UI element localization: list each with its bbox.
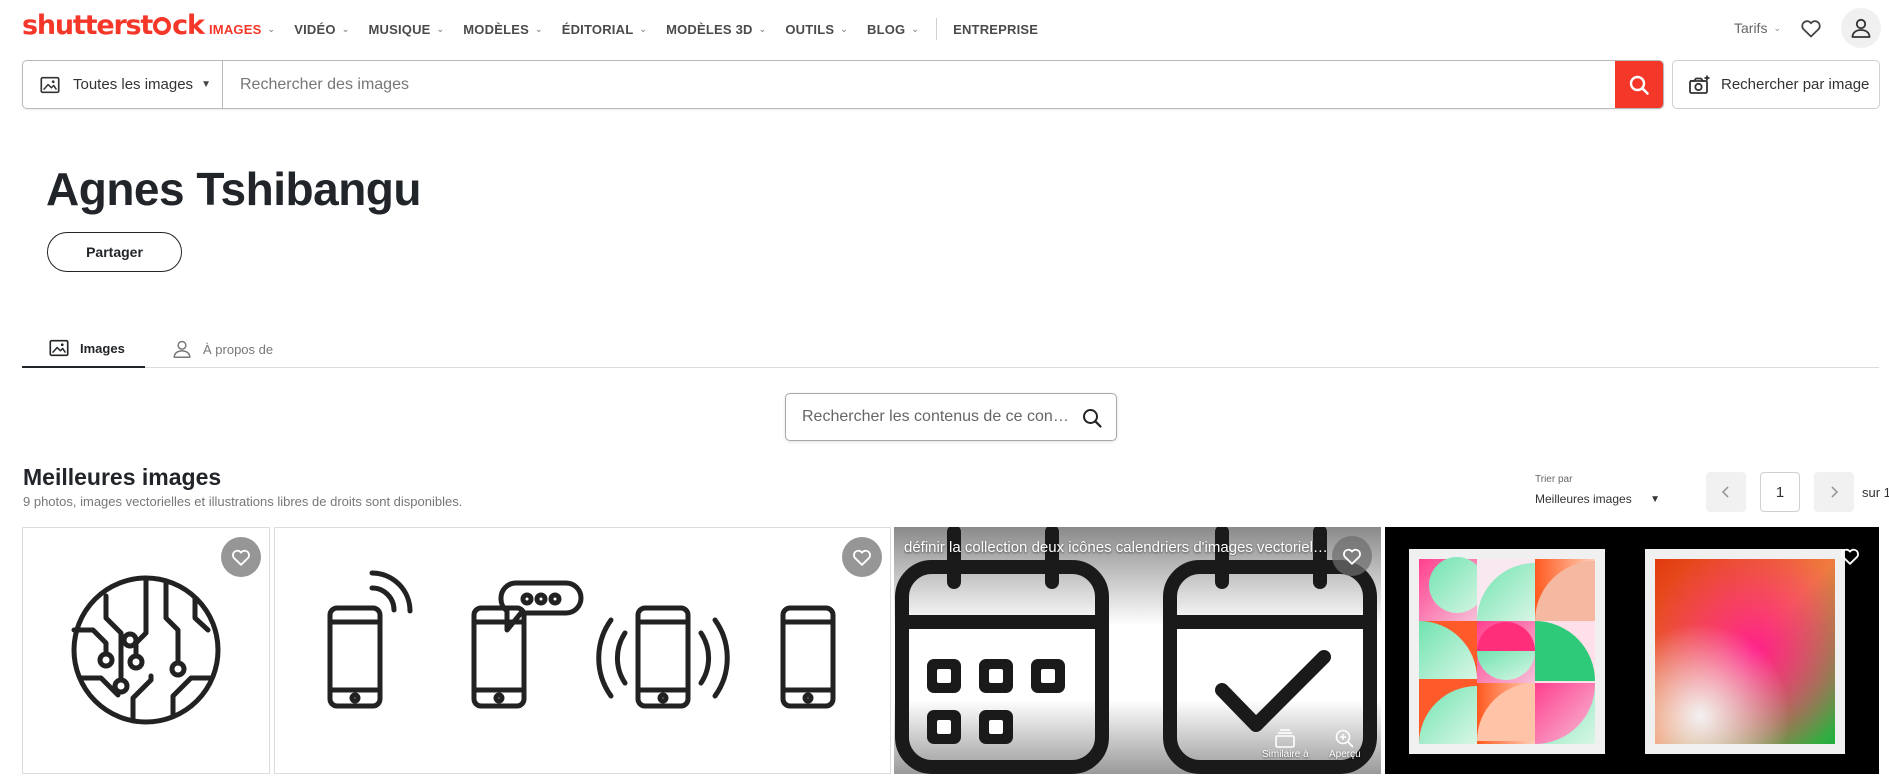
chevron-down-icon: ⌄ xyxy=(1773,22,1781,33)
nav-item-editorial[interactable]: ÉDITORIAL ⌄ xyxy=(562,22,647,37)
main-menu: IMAGES ⌄ VIDÉO ⌄ MUSIQUE ⌄ MODÈLES ⌄ ÉDITORI… xyxy=(209,18,1057,40)
profile-tabs: Images À propos de xyxy=(22,330,1879,368)
image-icon xyxy=(40,76,60,93)
contributor-search-input[interactable]: Rechercher les contenus de ce cont… xyxy=(785,393,1117,441)
caret-down-icon: ▼ xyxy=(201,79,211,90)
nav-item-templates[interactable]: MODÈLES ⌄ xyxy=(463,22,542,37)
stack-icon xyxy=(1275,729,1296,748)
pagination: 1 sur 1 xyxy=(1706,472,1889,512)
image-caption: définir la collection deux icônes calend… xyxy=(904,539,1329,556)
share-button[interactable]: Partager xyxy=(47,232,182,272)
nav-item-images[interactable]: IMAGES ⌄ xyxy=(209,22,275,37)
image-tile[interactable] xyxy=(274,527,891,774)
smartphone-icons-illustration xyxy=(327,570,836,709)
favorite-button[interactable] xyxy=(221,537,261,577)
chevron-down-icon: ⌄ xyxy=(436,23,445,34)
header-actions: Tarifs ⌄ xyxy=(1734,8,1881,48)
results-title: Meilleures images xyxy=(23,464,222,490)
similar-button[interactable]: Similaire à xyxy=(1262,729,1309,760)
chevron-left-icon xyxy=(1721,486,1729,498)
caret-down-icon: ▼ xyxy=(1650,493,1660,505)
image-tile[interactable] xyxy=(1385,527,1879,774)
nav-item-blog[interactable]: BLOG ⌄ xyxy=(867,22,919,37)
search-scope-dropdown[interactable]: Toutes les images ▼ xyxy=(23,61,223,108)
top-navigation: shutterst ck IMAGES ⌄ VIDÉO ⌄ MUSIQUE ⌄ MODÈ… xyxy=(0,0,1889,52)
heart-icon xyxy=(1841,548,1859,565)
chevron-down-icon: ⌄ xyxy=(840,23,848,34)
heart-icon xyxy=(232,549,250,566)
sort-dropdown[interactable]: Meilleures images ▼ xyxy=(1535,492,1660,506)
chevron-down-icon: ⌄ xyxy=(341,23,350,34)
camera-plus-icon xyxy=(1689,75,1710,94)
account-button[interactable] xyxy=(1841,8,1881,48)
chevron-down-icon: ⌄ xyxy=(267,23,276,34)
image-icon xyxy=(49,339,69,357)
results-count: 9 photos, images vectorielles et illustr… xyxy=(23,494,463,509)
preview-button[interactable]: Aperçu xyxy=(1329,729,1361,760)
search-by-image-button[interactable]: Rechercher par image xyxy=(1672,60,1880,109)
image-tile[interactable] xyxy=(22,527,270,774)
user-icon xyxy=(173,340,191,358)
image-tile-hovered[interactable]: définir la collection deux icônes calend… xyxy=(894,527,1381,774)
nav-item-tools[interactable]: OUTILS ⌄ xyxy=(785,22,848,37)
heart-icon[interactable] xyxy=(1799,16,1823,40)
favorite-button[interactable] xyxy=(1332,536,1372,576)
zoom-in-icon xyxy=(1335,729,1354,748)
user-icon xyxy=(1851,18,1871,38)
chevron-down-icon: ⌄ xyxy=(639,23,648,34)
previous-page-button[interactable] xyxy=(1706,472,1746,512)
tab-about[interactable]: À propos de xyxy=(171,330,273,368)
sort-label: Trier par xyxy=(1535,474,1573,485)
page-total: sur 1 xyxy=(1862,484,1889,500)
nav-item-3d-models[interactable]: MODÈLES 3D ⌄ xyxy=(666,22,766,37)
chevron-down-icon: ⌄ xyxy=(534,23,543,34)
search-icon xyxy=(1629,75,1649,95)
favorite-button[interactable] xyxy=(842,537,882,577)
search-icon[interactable] xyxy=(1080,406,1104,430)
search-input[interactable] xyxy=(223,61,1615,108)
heart-icon xyxy=(1343,548,1361,565)
search-bar: Toutes les images ▼ xyxy=(22,60,1664,109)
nav-item-video[interactable]: VIDÉO ⌄ xyxy=(294,22,349,37)
nav-divider xyxy=(936,18,938,40)
contributor-search-placeholder: Rechercher les contenus de ce cont… xyxy=(802,408,1072,425)
next-page-button[interactable] xyxy=(1814,472,1854,512)
heart-icon xyxy=(853,549,871,566)
nav-item-enterprise[interactable]: ENTREPRISE xyxy=(953,22,1038,37)
pricing-menu[interactable]: Tarifs ⌄ xyxy=(1734,20,1781,36)
tab-images[interactable]: Images xyxy=(22,330,145,368)
chevron-down-icon: ⌄ xyxy=(758,23,767,34)
chevron-down-icon: ⌄ xyxy=(911,23,920,34)
search-button[interactable] xyxy=(1615,61,1663,108)
page-number-input[interactable]: 1 xyxy=(1760,472,1800,512)
abstract-posters-illustration xyxy=(1409,549,1845,754)
shutterstock-logo[interactable]: shutterst ck xyxy=(22,10,205,41)
contributor-name: Agnes Tshibangu xyxy=(46,163,422,215)
nav-item-music[interactable]: MUSIQUE ⌄ xyxy=(368,22,444,37)
favorite-button[interactable] xyxy=(1830,536,1870,576)
chevron-right-icon xyxy=(1831,486,1839,498)
